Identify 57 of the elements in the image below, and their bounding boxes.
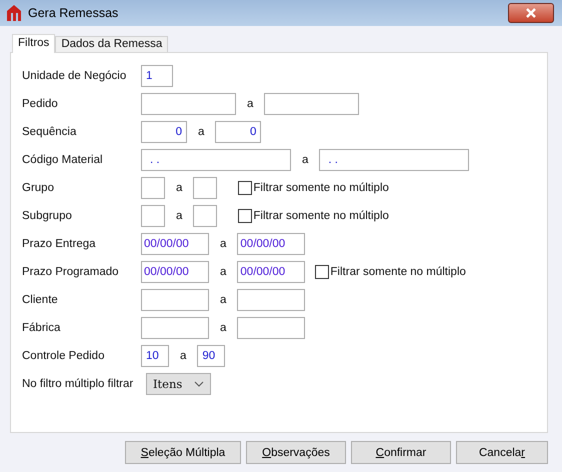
range-separator: a bbox=[220, 294, 226, 306]
field-label: Prazo Programado bbox=[22, 266, 120, 278]
input-field[interactable]: 10 bbox=[141, 345, 169, 367]
checkbox[interactable]: Filtrar somente no múltiplo bbox=[238, 209, 389, 223]
input-field[interactable]: 00/00/00 bbox=[237, 233, 306, 255]
input-field[interactable]: 00/00/00 bbox=[237, 261, 306, 283]
field-label: Cliente bbox=[22, 294, 59, 306]
tab[interactable]: Dados da Remessa bbox=[55, 36, 168, 52]
field-label: Código Material bbox=[22, 154, 104, 166]
close-icon bbox=[525, 8, 537, 18]
field-label: Sequência bbox=[22, 126, 78, 138]
dialog-button[interactable]: Cancelar bbox=[456, 441, 548, 464]
range-separator: a bbox=[302, 154, 308, 166]
close-button[interactable] bbox=[508, 3, 554, 23]
window-title: Gera Remessas bbox=[28, 6, 120, 20]
range-separator: a bbox=[247, 98, 254, 110]
tab[interactable]: Filtros bbox=[12, 34, 56, 53]
field-label: Controle Pedido bbox=[22, 350, 106, 362]
range-separator: a bbox=[220, 266, 226, 278]
input-field[interactable] bbox=[141, 205, 165, 227]
range-separator: a bbox=[220, 322, 226, 334]
input-field[interactable]: 1 bbox=[141, 65, 173, 87]
range-separator: a bbox=[220, 238, 226, 250]
input-field[interactable]: 00/00/00 bbox=[141, 261, 209, 283]
input-field[interactable] bbox=[141, 177, 165, 199]
field-label: Grupo bbox=[22, 182, 55, 194]
checkbox[interactable]: Filtrar somente no múltiplo bbox=[315, 265, 466, 279]
field-label: Prazo Entrega bbox=[22, 238, 97, 250]
input-field[interactable] bbox=[237, 289, 306, 311]
dialog-button[interactable]: Observações bbox=[246, 441, 346, 464]
input-field[interactable]: . . bbox=[141, 149, 291, 171]
range-separator: a bbox=[180, 350, 186, 362]
field-label: Pedido bbox=[22, 98, 59, 110]
field-label: Subgrupo bbox=[22, 210, 73, 222]
input-field[interactable] bbox=[141, 289, 209, 311]
input-field[interactable]: 0 bbox=[141, 121, 187, 143]
app-logo-icon bbox=[6, 4, 22, 22]
dialog-button[interactable]: Confirmar bbox=[351, 441, 451, 464]
range-separator: a bbox=[176, 210, 182, 222]
field-label: No filtro múltiplo filtrar bbox=[22, 378, 134, 390]
input-field[interactable] bbox=[141, 317, 209, 339]
input-field[interactable] bbox=[193, 177, 218, 199]
input-field[interactable]: . . bbox=[319, 149, 470, 171]
range-separator: a bbox=[176, 182, 182, 194]
input-field[interactable] bbox=[237, 317, 306, 339]
dropdown[interactable]: Itens bbox=[146, 373, 211, 395]
input-field[interactable]: 00/00/00 bbox=[141, 233, 209, 255]
field-label: Unidade de Negócio bbox=[22, 70, 128, 82]
input-field[interactable] bbox=[264, 93, 360, 115]
input-field[interactable]: 90 bbox=[197, 345, 226, 367]
checkbox[interactable]: Filtrar somente no múltiplo bbox=[238, 181, 389, 195]
field-label: Fábrica bbox=[22, 322, 62, 334]
input-field[interactable]: 0 bbox=[215, 121, 262, 143]
input-field[interactable] bbox=[141, 93, 236, 115]
dialog-button[interactable]: Seleção Múltipla bbox=[125, 441, 241, 464]
input-field[interactable] bbox=[193, 205, 218, 227]
range-separator: a bbox=[198, 126, 204, 138]
